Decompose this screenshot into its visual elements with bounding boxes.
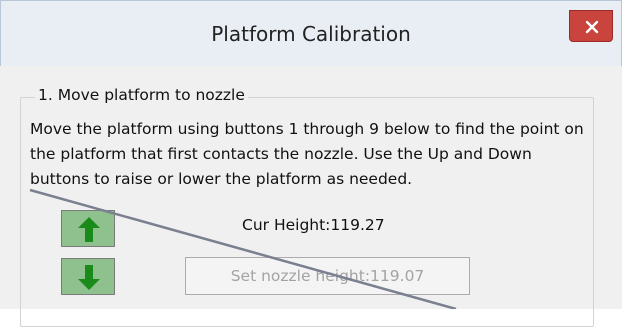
up-button[interactable]: [61, 210, 115, 247]
group-legend: 1. Move platform to nozzle: [35, 86, 248, 104]
up-arrow-icon: [78, 217, 100, 242]
instructions-text: Move the platform using buttons 1 throug…: [30, 120, 584, 188]
close-button[interactable]: [569, 10, 613, 42]
close-icon: [585, 20, 599, 34]
window-title: Platform Calibration: [211, 22, 411, 46]
set-nozzle-height-button[interactable]: Set nozzle height:119.07: [185, 257, 470, 295]
down-button[interactable]: [61, 258, 115, 295]
down-arrow-icon: [78, 265, 100, 290]
current-height-readout: Cur Height:119.27: [242, 216, 385, 234]
title-bar: Platform Calibration: [0, 0, 622, 66]
